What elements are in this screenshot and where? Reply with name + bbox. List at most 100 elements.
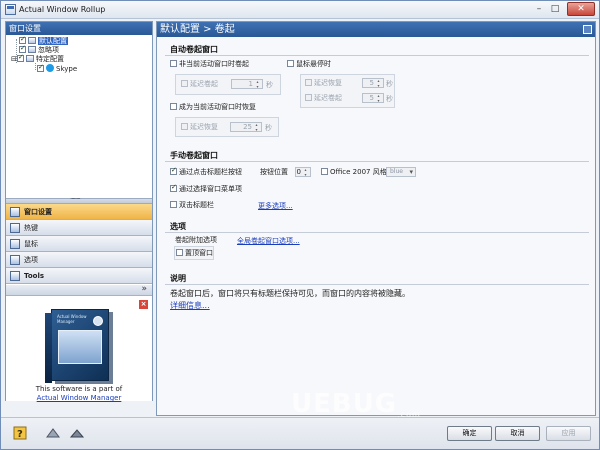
rollup-tray-icon[interactable] — [69, 425, 85, 441]
menu-item-option[interactable]: 通过选择窗口菜单项 — [170, 183, 242, 194]
window-icon — [10, 207, 20, 217]
chevron-more-icon[interactable]: » — [141, 284, 147, 294]
right-pane: 默认配置 > 卷起 自动卷起窗口 非当前活动窗口时卷起 延迟卷起 1 秒 鼠标悬… — [156, 21, 596, 416]
office-style-checkbox[interactable] — [321, 168, 328, 175]
topmost-checkbox[interactable] — [176, 249, 183, 256]
hover-rollup-spinner[interactable]: 5 — [362, 93, 384, 103]
tree-node-ignore[interactable]: 忽略项 — [19, 44, 59, 55]
nav-overflow-bar[interactable]: » — [6, 284, 152, 296]
option-label: Office 2007 风格 — [330, 168, 387, 176]
more-options-link[interactable]: 更多选项... — [258, 201, 293, 211]
unit-label: 秒 — [265, 124, 272, 132]
auto-inactive-checkbox[interactable] — [170, 60, 177, 67]
tools-icon — [10, 271, 20, 281]
tree-checkbox[interactable] — [19, 44, 26, 53]
topmost-option[interactable]: 置顶窗口 — [176, 249, 213, 258]
promo-link[interactable]: Actual Window Manager — [37, 394, 122, 402]
tree-node-skype[interactable]: Skype — [37, 63, 77, 73]
tree-label: 默认配置 — [38, 37, 68, 45]
watermark: UEBUG.com — [291, 389, 421, 419]
active-restore-checkbox[interactable] — [181, 123, 188, 130]
details-link[interactable]: 详细信息... — [170, 300, 210, 311]
cancel-button[interactable]: 取消 — [495, 426, 540, 441]
nav-mouse[interactable]: 鼠标 — [6, 236, 152, 252]
box-logo-icon — [93, 316, 103, 326]
hover-restore-spinner[interactable]: 5 — [362, 78, 384, 88]
button-position-spinner[interactable]: 0 — [295, 167, 311, 177]
mouse-icon — [10, 239, 20, 249]
section-divider — [165, 232, 589, 233]
promo-close-icon[interactable]: × — [139, 300, 148, 309]
nav-label: Tools — [24, 272, 45, 280]
option-label: 通过点击标题栏按钮 — [179, 168, 242, 176]
config-tree: 默认配置 忽略项 ⊟特定配置 Skype — [6, 35, 152, 198]
maximize-button[interactable]: □ — [547, 3, 563, 16]
promo-text: This software is a part of — [35, 385, 123, 393]
nav-label: 选项 — [24, 256, 38, 264]
nav-hotkeys[interactable]: 热键 — [6, 220, 152, 236]
section-divider — [165, 284, 589, 285]
click-title-button-option[interactable]: 通过点击标题栏按钮 — [170, 166, 242, 177]
tree-node-default[interactable]: 默认配置 — [19, 35, 68, 46]
nav-window-settings[interactable]: 窗口设置 — [6, 204, 152, 220]
hover-rollup-option[interactable]: 延迟卷起 — [305, 94, 342, 103]
ignore-icon — [28, 46, 36, 53]
help-icon[interactable]: ? — [13, 425, 29, 441]
options-icon — [10, 255, 20, 265]
delay-rollup-checkbox[interactable] — [181, 80, 188, 87]
nav-label: 窗口设置 — [24, 208, 52, 216]
bottom-bar: ? 确定 取消 应用 — [1, 417, 599, 449]
click-title-button-checkbox[interactable] — [170, 166, 177, 175]
nav-tools[interactable]: Tools — [6, 268, 152, 284]
box-screen-graphic — [58, 330, 102, 364]
nav-options[interactable]: 选项 — [6, 252, 152, 268]
hover-restore-option[interactable]: 延迟恢复 — [305, 79, 342, 88]
option-label: 鼠标悬停时 — [296, 60, 331, 68]
style-select[interactable]: blue — [386, 167, 416, 177]
option-label: 延迟恢复 — [190, 123, 218, 131]
config-icon — [26, 55, 34, 62]
auto-active-checkbox[interactable] — [170, 103, 177, 110]
auto-active-option[interactable]: 成为当前活动窗口时恢复 — [170, 103, 256, 112]
office-style-option[interactable]: Office 2007 风格 — [321, 168, 387, 177]
apply-button[interactable]: 应用 — [546, 426, 591, 441]
section-desc-title: 说明 — [170, 274, 186, 283]
minimize-tray-icon[interactable] — [45, 425, 61, 441]
unit-label: 秒 — [266, 81, 273, 89]
section-manual-title: 手动卷起窗口 — [170, 151, 218, 160]
ok-button[interactable]: 确定 — [447, 426, 492, 441]
delay-rollup-spinner[interactable]: 1 — [231, 79, 263, 89]
option-label: 延迟恢复 — [314, 79, 342, 87]
keyboard-icon — [10, 223, 20, 233]
tree-checkbox[interactable] — [37, 63, 44, 72]
double-click-option[interactable]: 双击标题栏 — [170, 201, 214, 210]
minimize-button[interactable]: – — [531, 3, 547, 16]
app-icon — [5, 4, 16, 15]
hover-restore-checkbox[interactable] — [305, 79, 312, 86]
tree-checkbox[interactable] — [19, 35, 26, 44]
box-brand: Actual Window Manager — [57, 314, 87, 324]
active-restore-spinner[interactable]: 25 — [230, 122, 262, 132]
tree-checkbox[interactable] — [17, 53, 24, 62]
auto-inactive-option[interactable]: 非当前活动窗口时卷起 — [170, 60, 249, 69]
hover-checkbox[interactable] — [287, 60, 294, 67]
hover-option[interactable]: 鼠标悬停时 — [287, 60, 331, 69]
delay-rollup-option[interactable]: 延迟卷起 — [181, 80, 218, 89]
promo-link-wrap: Actual Window Manager — [6, 394, 152, 402]
double-click-checkbox[interactable] — [170, 201, 177, 208]
nav-label: 鼠标 — [24, 240, 38, 248]
config-icon — [28, 37, 36, 44]
watermark-main: UEBUG — [291, 389, 398, 419]
extra-options-label: 卷起附加选项 — [175, 236, 217, 244]
promo-panel: × Actual Window Manager This software is… — [6, 297, 152, 402]
title-bar[interactable]: Actual Window Rollup – □ ✕ — [1, 1, 599, 19]
tree-line — [35, 63, 36, 70]
unit-label: 秒 — [386, 80, 393, 88]
close-button[interactable]: ✕ — [567, 2, 595, 16]
menu-item-checkbox[interactable] — [170, 183, 177, 192]
active-restore-option[interactable]: 延迟恢复 — [181, 123, 218, 132]
product-box-image: Actual Window Manager — [45, 309, 109, 383]
global-options-link[interactable]: 全局卷起窗口选项... — [237, 236, 300, 246]
hover-rollup-checkbox[interactable] — [305, 94, 312, 101]
section-auto-title: 自动卷起窗口 — [170, 45, 218, 54]
